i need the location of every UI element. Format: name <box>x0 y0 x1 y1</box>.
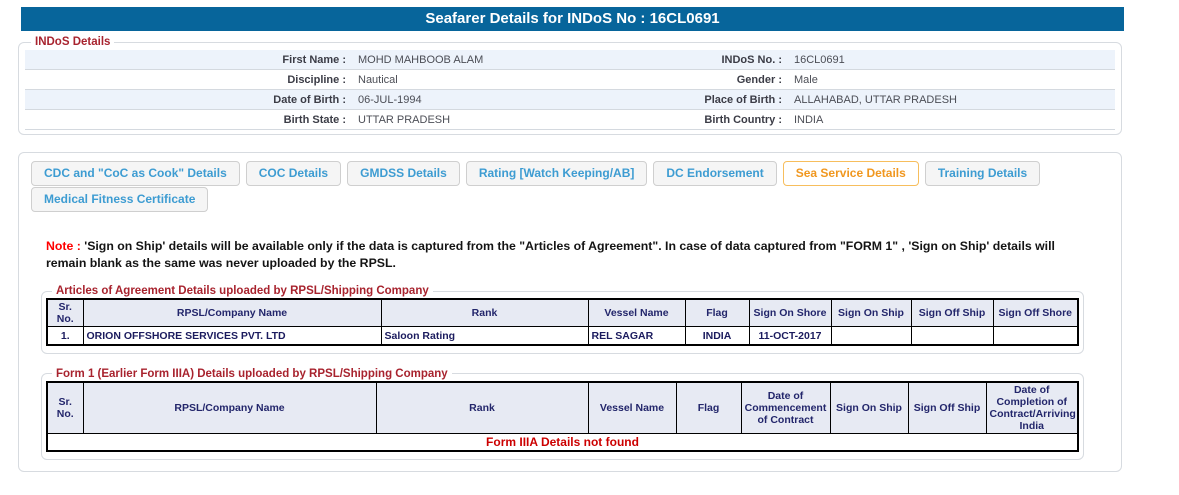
field-label: Date of Birth : <box>25 89 352 110</box>
column-header-sign-on-ship: Sign On Ship <box>829 381 909 435</box>
indos-details-section: INDoS Details First Name : MOHD MAHBOOB A… <box>18 36 1122 135</box>
column-header-sign-off-ship: Sign Off Ship <box>910 298 994 328</box>
table-cell <box>992 326 1079 346</box>
table-cell: Saloon Rating <box>380 326 589 346</box>
table-row: 1. ORION OFFSHORE SERVICES PVT. LTD Saloon… <box>46 326 1079 346</box>
form1-legend: Form 1 (Earlier Form IIIA) Details uploa… <box>56 367 448 380</box>
column-header-sign-off-ship: Sign Off Ship <box>907 381 987 435</box>
field-value: Male <box>787 69 1115 90</box>
page-title: Seafarer Details for INDoS No : 16CL0691 <box>425 10 720 27</box>
column-header-sign-on-ship: Sign On Ship <box>830 298 912 328</box>
indos-details-row: Discipline : Nautical Gender : Male <box>25 69 1115 90</box>
table-cell: INDIA <box>684 326 750 346</box>
tab-dc-endorsement[interactable]: DC Endorsement <box>653 161 777 186</box>
note-text: Note : 'Sign on Ship' details will be av… <box>46 238 1076 271</box>
tab-coc-details[interactable]: COC Details <box>245 161 342 186</box>
table-cell: ORION OFFSHORE SERVICES PVT. LTD <box>82 326 382 346</box>
tab-cdc-and-coc-as-cook-details[interactable]: CDC and "CoC as Cook" Details <box>31 161 240 186</box>
tab-gmdss-details[interactable]: GMDSS Details <box>347 161 460 186</box>
field-label: Place of Birth : <box>635 89 788 110</box>
field-label: First Name : <box>25 50 352 70</box>
table-header-row: Sr. No. RPSL/Company Name Rank Vessel Name F… <box>46 298 1079 328</box>
note-label: Note : <box>46 239 81 253</box>
page: Seafarer Details for INDoS No : 16CL0691… <box>0 0 1179 495</box>
column-header-sr-no: Sr. No. <box>46 298 84 328</box>
articles-of-agreement-section: Articles of Agreement Details uploaded b… <box>41 285 1084 354</box>
form1-section: Form 1 (Earlier Form IIIA) Details uploa… <box>41 367 1084 461</box>
table-cell: 11-OCT-2017 <box>748 326 832 346</box>
field-value: MOHD MAHBOOB ALAM <box>352 50 636 70</box>
field-value: 16CL0691 <box>787 50 1115 70</box>
indos-details-row: Birth State : UTTAR PRADESH Birth Country … <box>25 109 1115 130</box>
column-header-vessel-name: Vessel Name <box>587 381 677 435</box>
table-header-row: Sr. No. RPSL/Company Name Rank Vessel Name F… <box>46 381 1079 435</box>
tab-training-details[interactable]: Training Details <box>924 161 1041 186</box>
field-label: Gender : <box>635 69 788 90</box>
indos-details-row: Date of Birth :06-JUL-1994 Place of Birth… <box>25 89 1115 110</box>
column-header-flag: Flag <box>675 381 742 435</box>
column-header-sign-on-shore: Sign On Shore <box>748 298 832 328</box>
column-header-date-of-commencement-of-contract: Date of Commencement of Contract <box>740 381 831 435</box>
field-label: Discipline : <box>25 69 352 90</box>
field-value: ALLAHABAD, UTTAR PRADESH <box>787 89 1115 110</box>
indos-details-row: First Name : MOHD MAHBOOB ALAM INDoS No. :… <box>25 50 1115 70</box>
indos-details-legend: INDoS Details <box>35 36 111 48</box>
column-header-rpsl-company-name: RPSL/Company Name <box>82 381 377 435</box>
details-panel: CDC and "CoC as Cook" Details COC Details… <box>18 152 1122 472</box>
articles-of-agreement-table: Sr. No. RPSL/Company Name Rank Vessel Name F… <box>46 298 1079 346</box>
column-header-rank: Rank <box>380 298 589 328</box>
tab-sea-service-details[interactable]: Sea Service Details <box>782 161 919 186</box>
field-value: 06-JUL-1994 <box>352 89 636 110</box>
field-label: Birth State : <box>25 109 352 130</box>
table-empty-row: Form IIIA Details not found <box>46 433 1079 452</box>
tab-bar-row-2: Medical Fitness Certificate <box>31 187 1121 212</box>
field-label: Birth Country : <box>635 109 788 130</box>
column-header-sr-no: Sr. No. <box>46 381 84 435</box>
column-header-date-of-completion-of-contract-arriving-india: Date of Completion of Contract/Arriving … <box>985 381 1079 435</box>
tab-bar-row-1: CDC and "CoC as Cook" Details COC Details… <box>31 161 1121 186</box>
note-body: 'Sign on Ship' details will be available… <box>46 239 1055 270</box>
empty-message: Form IIIA Details not found <box>46 433 1079 452</box>
column-header-rpsl-company-name: RPSL/Company Name <box>82 298 382 328</box>
articles-of-agreement-legend: Articles of Agreement Details uploaded b… <box>56 285 429 298</box>
field-value: Nautical <box>352 69 636 90</box>
field-label: INDoS No. : <box>635 50 788 70</box>
field-value: UTTAR PRADESH <box>352 109 636 130</box>
tab-rating-watch-keeping-ab[interactable]: Rating [Watch Keeping/AB] <box>465 161 648 186</box>
tab-medical-fitness-certificate[interactable]: Medical Fitness Certificate <box>31 187 209 212</box>
field-value: INDIA <box>787 109 1115 130</box>
table-cell: REL SAGAR <box>587 326 686 346</box>
column-header-vessel-name: Vessel Name <box>587 298 686 328</box>
table-cell <box>830 326 912 346</box>
indos-details-table: First Name : MOHD MAHBOOB ALAM INDoS No. :… <box>25 50 1115 130</box>
column-header-sign-off-shore: Sign Off Shore <box>992 298 1079 328</box>
column-header-flag: Flag <box>684 298 750 328</box>
column-header-rank: Rank <box>375 381 589 435</box>
page-title-bar: Seafarer Details for INDoS No : 16CL0691 <box>21 7 1124 31</box>
table-cell <box>910 326 994 346</box>
table-cell: 1. <box>46 326 84 346</box>
form1-table: Sr. No. RPSL/Company Name Rank Vessel Name F… <box>46 380 1079 453</box>
